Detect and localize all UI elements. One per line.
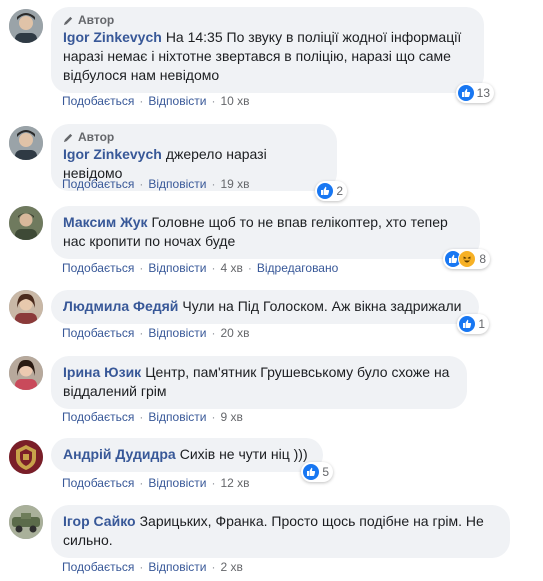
- reply-link[interactable]: Відповісти: [148, 410, 206, 424]
- comment-author[interactable]: Максим Жук: [63, 214, 148, 230]
- timestamp[interactable]: 10 хв: [220, 94, 249, 108]
- author-badge: Автор: [63, 130, 325, 144]
- timestamp[interactable]: 12 хв: [220, 476, 249, 490]
- reply-link[interactable]: Відповісти: [148, 476, 206, 490]
- comment-text: Чули на Під Голоском. Аж вікна задрижали: [182, 298, 462, 314]
- author-badge-label: Автор: [78, 13, 115, 27]
- like-link[interactable]: Подобається: [62, 476, 134, 490]
- avatar[interactable]: [9, 440, 43, 474]
- reaction-count[interactable]: 8: [443, 249, 490, 269]
- pencil-icon: [63, 16, 73, 25]
- comment-bubble: Ігор Сайко Зарицьких, Франка. Просто щось…: [51, 505, 510, 558]
- like-link[interactable]: Подобається: [62, 177, 134, 191]
- like-link[interactable]: Подобається: [62, 326, 134, 340]
- reaction-count[interactable]: 13: [455, 83, 494, 103]
- timestamp[interactable]: 9 хв: [220, 410, 242, 424]
- timestamp[interactable]: 19 хв: [220, 177, 249, 191]
- reaction-count[interactable]: 5: [301, 462, 333, 482]
- comment-author[interactable]: Igor Zinkevych: [63, 146, 162, 162]
- reaction-count-label: 5: [322, 464, 329, 479]
- comment-actions: Подобається · Відповісти · 9 хв: [62, 410, 243, 424]
- like-link[interactable]: Подобається: [62, 560, 134, 574]
- avatar[interactable]: [9, 505, 43, 539]
- timestamp[interactable]: 4 хв: [220, 261, 242, 275]
- like-link[interactable]: Подобається: [62, 410, 134, 424]
- timestamp[interactable]: 2 хв: [220, 560, 242, 574]
- like-link[interactable]: Подобається: [62, 94, 134, 108]
- edited-label[interactable]: Відредаговано: [257, 261, 338, 275]
- reaction-count-label: 13: [476, 85, 490, 100]
- comment-actions: Подобається · Відповісти · 2 хв: [62, 560, 243, 574]
- like-link[interactable]: Подобається: [62, 261, 134, 275]
- thumbs-up-icon: [457, 85, 474, 101]
- reaction-count-label: 2: [336, 183, 343, 198]
- reply-link[interactable]: Відповісти: [148, 94, 206, 108]
- comment-author[interactable]: Ігор Сайко: [63, 513, 136, 529]
- author-badge-label: Автор: [78, 130, 115, 144]
- comment-actions: Подобається · Відповісти · 12 хв: [62, 476, 250, 490]
- reply-link[interactable]: Відповісти: [148, 560, 206, 574]
- laughing-face-icon: [458, 250, 477, 268]
- comment-actions: Подобається · Відповісти · 20 хв: [62, 326, 250, 340]
- reaction-count[interactable]: 2: [315, 181, 347, 201]
- comment-bubble: Автор Igor Zinkevych На 14:35 По звуку в …: [51, 7, 494, 103]
- reaction-count-label: 1: [478, 316, 485, 331]
- thumbs-up-icon: [303, 464, 320, 480]
- comment-bubble: Людмила Федяй Чули на Під Голоском. Аж ві…: [51, 290, 489, 334]
- comment-bubble: Андрій Дудидра Сихів не чути ніц ))) 5: [51, 438, 333, 482]
- avatar[interactable]: [9, 206, 43, 240]
- comment-actions: Подобається · Відповісти · 19 хв: [62, 177, 250, 191]
- avatar[interactable]: [9, 9, 43, 43]
- avatar[interactable]: [9, 356, 43, 390]
- comment-author[interactable]: Igor Zinkevych: [63, 29, 162, 45]
- comment-actions: Подобається · Відповісти · 4 хв · Відредагован…: [62, 261, 339, 275]
- comment-text: Сихів не чути ніц ))): [179, 446, 308, 462]
- reaction-count-label: 8: [479, 251, 486, 266]
- avatar[interactable]: [9, 126, 43, 160]
- reply-link[interactable]: Відповісти: [148, 261, 206, 275]
- thumbs-up-icon: [317, 183, 334, 199]
- pencil-icon: [63, 133, 73, 142]
- reaction-count[interactable]: 1: [457, 314, 489, 334]
- comment-author[interactable]: Ірина Юзик: [63, 364, 141, 380]
- comment-bubble: Ірина Юзик Центр, пам'ятник Грушевському …: [51, 356, 467, 409]
- comment-author[interactable]: Людмила Федяй: [63, 298, 178, 314]
- comment-actions: Подобається · Відповісти · 10 хв: [62, 94, 250, 108]
- avatar[interactable]: [9, 290, 43, 324]
- author-badge: Автор: [63, 13, 472, 27]
- reply-link[interactable]: Відповісти: [148, 177, 206, 191]
- comment-author[interactable]: Андрій Дудидра: [63, 446, 176, 462]
- thumbs-up-icon: [459, 316, 476, 332]
- comment-bubble: Максим Жук Головне щоб то не впав гелікоп…: [51, 206, 490, 269]
- timestamp[interactable]: 20 хв: [220, 326, 249, 340]
- reply-link[interactable]: Відповісти: [148, 326, 206, 340]
